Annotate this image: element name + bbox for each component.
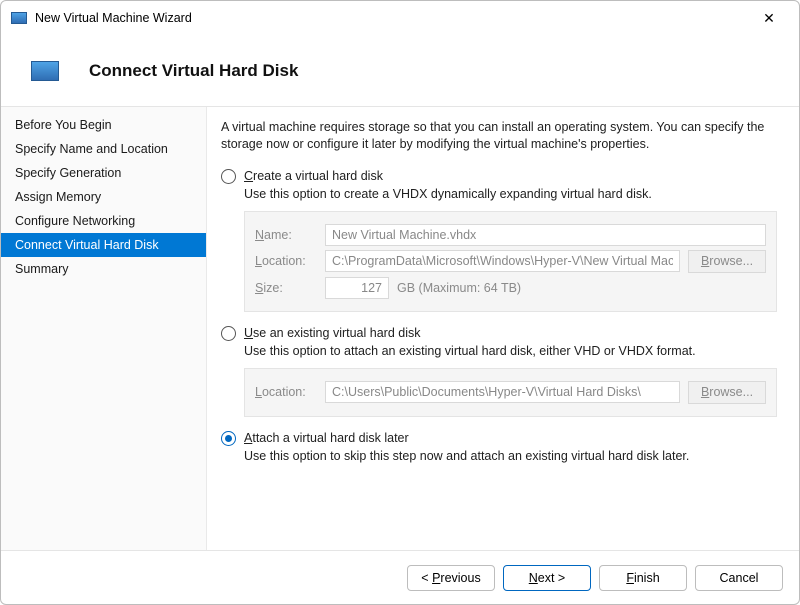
size-label: Size: <box>255 281 317 295</box>
next-button[interactable]: Next > <box>503 565 591 591</box>
wizard-body: Before You Begin Specify Name and Locati… <box>1 107 799 550</box>
option-attach-later-label: Attach a virtual hard disk later <box>244 431 409 445</box>
finish-button[interactable]: Finish <box>599 565 687 591</box>
step-before-you-begin[interactable]: Before You Begin <box>1 113 206 137</box>
location-input <box>325 250 680 272</box>
cancel-button[interactable]: Cancel <box>695 565 783 591</box>
option-attach-later-head[interactable]: Attach a virtual hard disk later <box>221 431 777 446</box>
browse-create-button: Browse... <box>688 250 766 273</box>
previous-button[interactable]: < Previous <box>407 565 495 591</box>
step-assign-memory[interactable]: Assign Memory <box>1 185 206 209</box>
existing-location-label: Location: <box>255 385 317 399</box>
wizard-steps-sidebar: Before You Begin Specify Name and Locati… <box>1 107 207 550</box>
step-configure-networking[interactable]: Configure Networking <box>1 209 206 233</box>
option-create-vhd-label: Create a virtual hard disk <box>244 169 383 183</box>
browse-existing-button: Browse... <box>688 381 766 404</box>
existing-location-input <box>325 381 680 403</box>
vm-icon <box>31 61 59 81</box>
wizard-window: New Virtual Machine Wizard ✕ Connect Vir… <box>0 0 800 605</box>
option-existing-vhd-desc: Use this option to attach an existing vi… <box>244 344 777 358</box>
window-title: New Virtual Machine Wizard <box>35 11 749 25</box>
main-panel: A virtual machine requires storage so th… <box>207 107 799 550</box>
step-specify-generation[interactable]: Specify Generation <box>1 161 206 185</box>
name-label: Name: <box>255 228 317 242</box>
option-attach-later: Attach a virtual hard disk later Use thi… <box>221 431 777 463</box>
option-existing-vhd: Use an existing virtual hard disk Use th… <box>221 326 777 417</box>
step-connect-vhd[interactable]: Connect Virtual Hard Disk <box>1 233 206 257</box>
option-create-vhd: Create a virtual hard disk Use this opti… <box>221 169 777 312</box>
page-title: Connect Virtual Hard Disk <box>89 61 298 81</box>
size-unit: GB (Maximum: 64 TB) <box>397 281 521 295</box>
footer: < Previous Next > Finish Cancel <box>1 550 799 604</box>
option-attach-later-desc: Use this option to skip this step now an… <box>244 449 777 463</box>
close-icon[interactable]: ✕ <box>749 10 789 27</box>
page-header: Connect Virtual Hard Disk <box>1 35 799 107</box>
option-existing-vhd-head[interactable]: Use an existing virtual hard disk <box>221 326 777 341</box>
titlebar: New Virtual Machine Wizard ✕ <box>1 1 799 35</box>
create-vhd-panel: Name: Location: Browse... Size: GB (Maxi… <box>244 211 777 312</box>
intro-text: A virtual machine requires storage so th… <box>221 119 777 153</box>
option-existing-vhd-label: Use an existing virtual hard disk <box>244 326 420 340</box>
size-input <box>325 277 389 299</box>
radio-create-vhd[interactable] <box>221 169 236 184</box>
name-input <box>325 224 766 246</box>
radio-attach-later[interactable] <box>221 431 236 446</box>
existing-vhd-panel: Location: Browse... <box>244 368 777 417</box>
step-summary[interactable]: Summary <box>1 257 206 281</box>
option-create-vhd-head[interactable]: Create a virtual hard disk <box>221 169 777 184</box>
app-icon <box>11 12 27 24</box>
option-create-vhd-desc: Use this option to create a VHDX dynamic… <box>244 187 777 201</box>
step-specify-name-location[interactable]: Specify Name and Location <box>1 137 206 161</box>
location-label: Location: <box>255 254 317 268</box>
radio-existing-vhd[interactable] <box>221 326 236 341</box>
